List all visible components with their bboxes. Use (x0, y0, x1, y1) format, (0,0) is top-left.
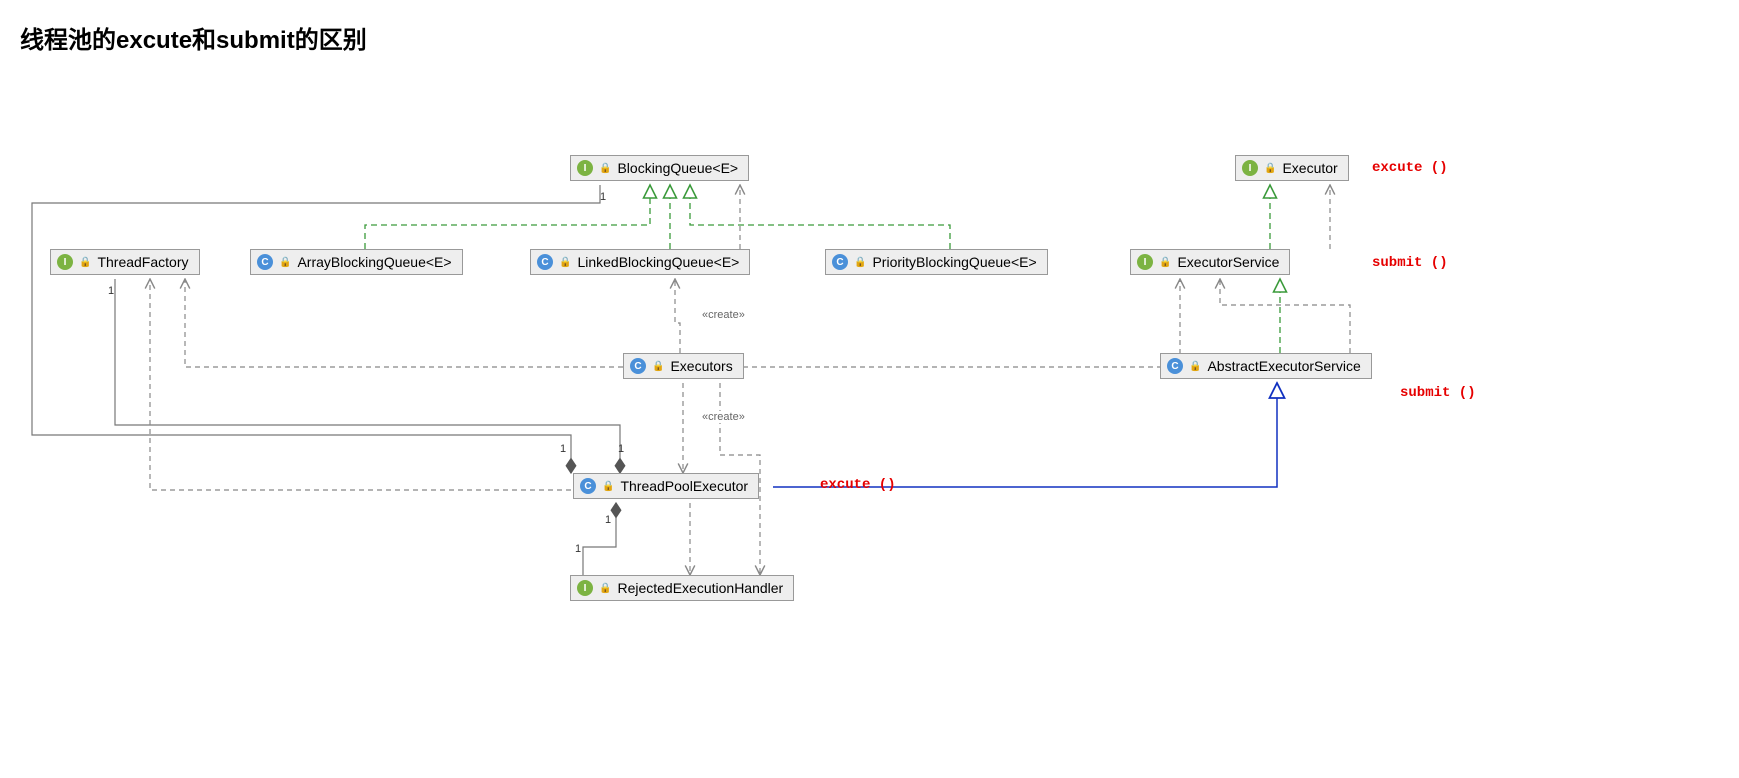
class-icon: C (537, 254, 553, 270)
lock-icon: 🔒 (1189, 361, 1201, 372)
node-linked-blocking-queue: C 🔒 LinkedBlockingQueue<E> (530, 249, 750, 275)
node-abstract-executor-service: C 🔒 AbstractExecutorService (1160, 353, 1372, 379)
node-label: Executor (1282, 160, 1337, 176)
node-thread-factory: I 🔒 ThreadFactory (50, 249, 200, 275)
multiplicity: 1 (600, 191, 606, 203)
node-executor: I 🔒 Executor (1235, 155, 1349, 181)
uml-diagram: I 🔒 BlockingQueue<E> I 🔒 Executor I 🔒 Th… (20, 75, 1720, 775)
node-executors: C 🔒 Executors (623, 353, 744, 379)
lock-icon: 🔒 (652, 361, 664, 372)
annotation-submit-abstract: submit () (1400, 385, 1476, 401)
class-icon: C (832, 254, 848, 270)
node-thread-pool-executor: C 🔒 ThreadPoolExecutor (573, 473, 759, 499)
interface-icon: I (57, 254, 73, 270)
annotation-submit-executorservice: submit () (1372, 255, 1448, 271)
class-icon: C (1167, 358, 1183, 374)
class-icon: C (630, 358, 646, 374)
multiplicity: 1 (108, 285, 114, 297)
node-label: ArrayBlockingQueue<E> (297, 254, 451, 270)
annotation-execute-executor: excute () (1372, 160, 1448, 176)
node-label: LinkedBlockingQueue<E> (577, 254, 739, 270)
node-label: AbstractExecutorService (1207, 358, 1360, 374)
node-label: ExecutorService (1177, 254, 1279, 270)
stereotype-create-2: «create» (700, 411, 747, 423)
class-icon: C (580, 478, 596, 494)
multiplicity: 1 (575, 543, 581, 555)
node-array-blocking-queue: C 🔒 ArrayBlockingQueue<E> (250, 249, 463, 275)
interface-icon: I (1137, 254, 1153, 270)
multiplicity: 1 (618, 443, 624, 455)
lock-icon: 🔒 (599, 583, 611, 594)
node-blocking-queue: I 🔒 BlockingQueue<E> (570, 155, 749, 181)
node-label: PriorityBlockingQueue<E> (872, 254, 1036, 270)
lock-icon: 🔒 (1264, 163, 1276, 174)
node-rejected-execution-handler: I 🔒 RejectedExecutionHandler (570, 575, 794, 601)
interface-icon: I (577, 580, 593, 596)
lock-icon: 🔒 (559, 257, 571, 268)
node-label: Executors (670, 358, 732, 374)
node-label: RejectedExecutionHandler (617, 580, 783, 596)
lock-icon: 🔒 (1159, 257, 1171, 268)
lock-icon: 🔒 (602, 481, 614, 492)
multiplicity: 1 (560, 443, 566, 455)
connector-layer (20, 75, 1720, 775)
node-executor-service: I 🔒 ExecutorService (1130, 249, 1290, 275)
stereotype-create-1: «create» (700, 309, 747, 321)
lock-icon: 🔒 (599, 163, 611, 174)
node-priority-blocking-queue: C 🔒 PriorityBlockingQueue<E> (825, 249, 1048, 275)
lock-icon: 🔒 (854, 257, 866, 268)
class-icon: C (257, 254, 273, 270)
annotation-execute-tpe: excute () (820, 477, 896, 493)
lock-icon: 🔒 (279, 257, 291, 268)
node-label: ThreadPoolExecutor (620, 478, 748, 494)
interface-icon: I (577, 160, 593, 176)
page-title: 线程池的excute和submit的区别 (20, 20, 1719, 55)
multiplicity: 1 (605, 514, 611, 526)
node-label: ThreadFactory (97, 254, 188, 270)
node-label: BlockingQueue<E> (617, 160, 738, 176)
interface-icon: I (1242, 160, 1258, 176)
lock-icon: 🔒 (79, 257, 91, 268)
